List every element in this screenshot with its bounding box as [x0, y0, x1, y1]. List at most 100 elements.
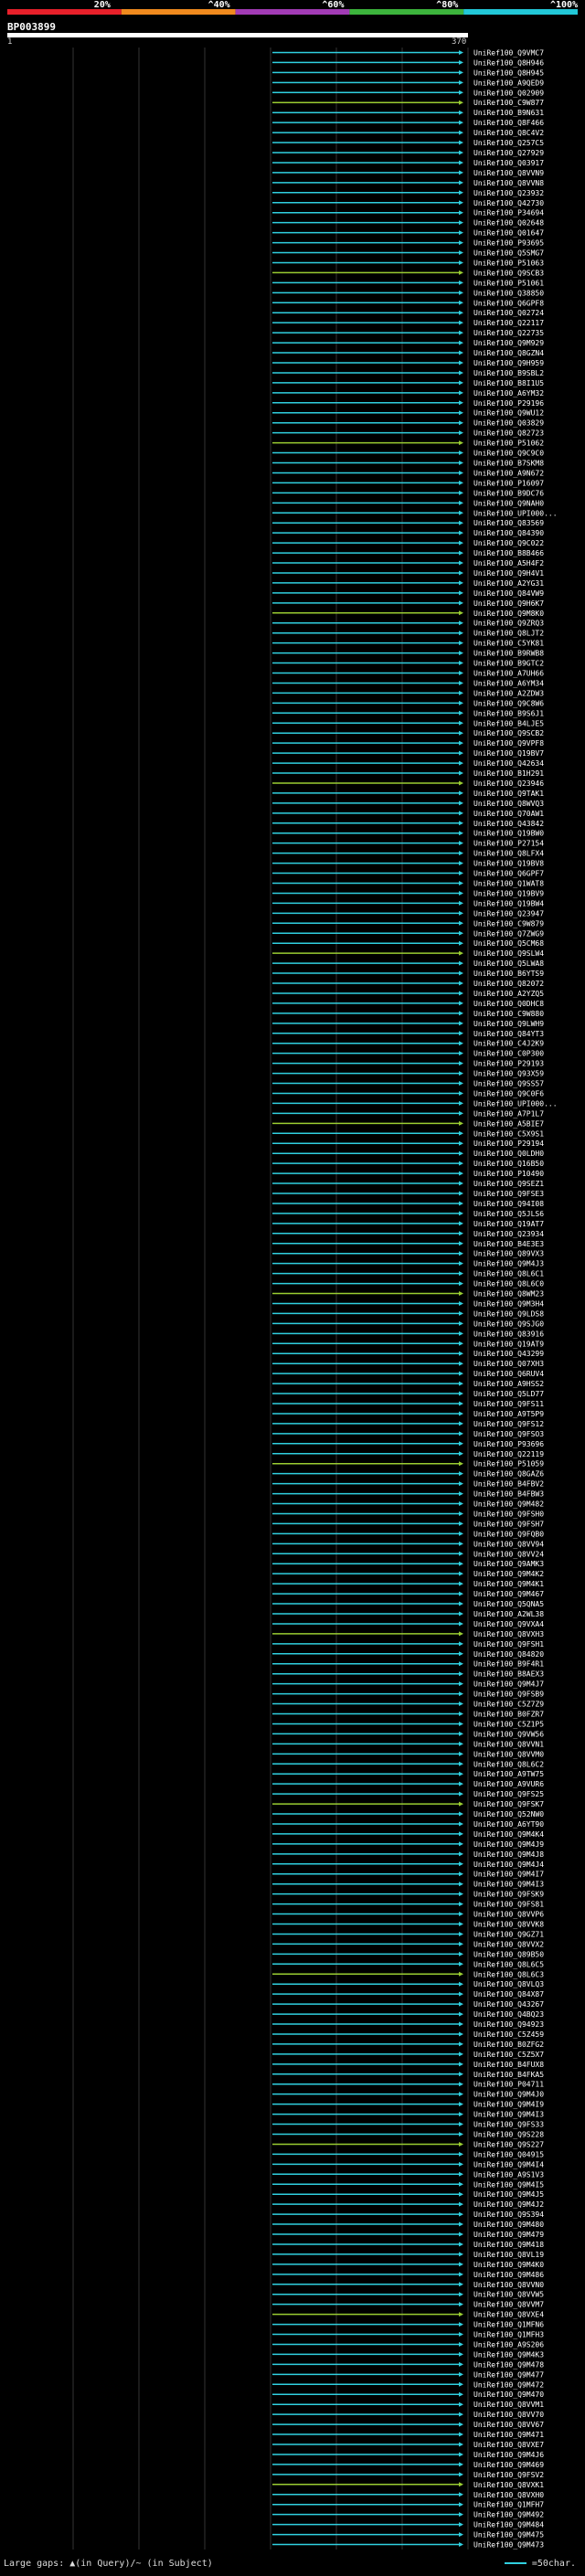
hit-label: UniRef100_Q94923	[473, 2020, 544, 2029]
hit-row: UniRef100_Q9TAK1	[272, 790, 544, 798]
hit-arrowhead	[459, 1811, 463, 1817]
hit-row: UniRef100_Q83916	[272, 1330, 544, 1338]
hit-arrowhead	[459, 300, 463, 305]
hit-row: UniRef100_Q9FS25	[272, 1790, 544, 1798]
hit-arrowhead	[459, 500, 463, 505]
hit-row: UniRef100_B7SKM8	[272, 460, 544, 468]
hit-arrowhead	[459, 960, 463, 966]
hit-row: UniRef100_Q9AMK3	[272, 1560, 544, 1568]
hit-row: UniRef100_Q9M4K1	[272, 1580, 544, 1588]
hit-arrowhead	[459, 2371, 463, 2377]
hit-arrowhead	[459, 720, 463, 726]
hit-arrowhead	[459, 2381, 463, 2387]
hit-label: UniRef100_A9S1V3	[473, 2170, 544, 2178]
hit-row: UniRef100_P34694	[272, 209, 544, 217]
hit-row: UniRef100_B4FBW3	[272, 1490, 544, 1499]
gaps-legend: Large gaps: ▲(in Query)/~ (in Subject)	[4, 2559, 213, 2569]
hit-label: UniRef100_Q6RUV4	[473, 1370, 544, 1378]
hit-label: UniRef100_Q9GZ71	[473, 1930, 544, 1938]
hit-row: UniRef100_P93695	[272, 239, 544, 248]
hit-row: UniRef100_C5Z7Z9	[272, 1701, 544, 1709]
hit-arrowhead	[459, 130, 463, 135]
hit-row: UniRef100_Q6GPF7	[272, 870, 544, 878]
hit-row: UniRef100_Q8VVN0	[272, 2281, 544, 2289]
hit-arrowhead	[459, 1021, 463, 1026]
hit-arrowhead	[459, 451, 463, 456]
hit-label: UniRef100_A5BIE7	[473, 1119, 544, 1128]
hit-row: UniRef100_Q04915	[272, 2150, 544, 2158]
hit-row: UniRef100_Q9H959	[272, 359, 544, 367]
hit-arrowhead	[459, 1651, 463, 1657]
hit-label: UniRef100_Q8VXE7	[473, 2441, 544, 2449]
hit-label: UniRef100_Q9M4I9	[473, 2101, 544, 2109]
hit-arrowhead	[459, 2062, 463, 2067]
hit-label: UniRef100_Q23946	[473, 779, 544, 788]
hit-row: UniRef100_Q42730	[272, 199, 544, 207]
hit-label: UniRef100_Q8F466	[473, 119, 544, 127]
hit-label: UniRef100_Q9AMK3	[473, 1560, 544, 1568]
hit-arrowhead	[459, 2532, 463, 2538]
hit-arrowhead	[459, 1871, 463, 1877]
hit-row: UniRef100_P16097	[272, 479, 544, 487]
hit-row: UniRef100_UPI000...	[272, 509, 558, 517]
hit-row: UniRef100_Q8VVP6	[272, 1911, 544, 1919]
hit-row: UniRef100_Q43267	[272, 2000, 544, 2009]
hit-arrowhead	[459, 2341, 463, 2347]
hit-label: UniRef100_Q9M482	[473, 1500, 544, 1509]
hit-label: UniRef100_B8I1U5	[473, 379, 544, 387]
hit-arrowhead	[459, 2361, 463, 2367]
hit-arrowhead	[459, 2131, 463, 2136]
hit-row: UniRef100_A5BIE7	[272, 1119, 544, 1128]
hit-arrowhead	[459, 100, 463, 105]
hit-row: UniRef100_Q9FQB0	[272, 1530, 544, 1538]
hit-arrowhead	[459, 270, 463, 275]
hit-label: UniRef100_Q8VVP6	[473, 1911, 544, 1919]
hit-arrowhead	[459, 1150, 463, 1156]
hit-arrowhead	[459, 1061, 463, 1066]
hit-row: UniRef100_B4FKA5	[272, 2071, 544, 2079]
hit-arrowhead	[459, 800, 463, 806]
hit-label: UniRef100_A9S206	[473, 2340, 544, 2348]
hit-arrowhead	[459, 2181, 463, 2187]
hit-row: UniRef100_Q43299	[272, 1350, 544, 1358]
hit-row: UniRef100_Q23946	[272, 779, 544, 788]
hit-arrowhead	[459, 1271, 463, 1277]
hit-arrowhead	[459, 1922, 463, 1926]
hit-row: UniRef100_A9QED9	[272, 79, 544, 87]
hit-label: UniRef100_Q84VW9	[473, 589, 544, 598]
hit-arrowhead	[459, 320, 463, 325]
hit-row: UniRef100_Q19BV9	[272, 889, 544, 897]
hit-label: UniRef100_B8B466	[473, 549, 544, 557]
hit-row: UniRef100_Q9VPF8	[272, 739, 544, 747]
hit-arrowhead	[459, 1611, 463, 1617]
hit-arrowhead	[459, 2322, 463, 2327]
hit-row: UniRef100_Q84820	[272, 1650, 544, 1659]
hit-label: UniRef100_C5Z7Z9	[473, 1701, 544, 1709]
hit-arrowhead	[459, 2092, 463, 2097]
hit-label: UniRef100_Q8C4V2	[473, 129, 544, 137]
hit-row: UniRef100_Q5LWA8	[272, 959, 544, 968]
hit-arrowhead	[459, 1391, 463, 1396]
hit-row: UniRef100_Q8VVM1	[272, 2401, 544, 2409]
hit-row: UniRef100_Q9VXA4	[272, 1620, 544, 1628]
hit-row: UniRef100_C5Z1P5	[272, 1720, 544, 1728]
hit-arrowhead	[459, 780, 463, 786]
hit-row: UniRef100_Q9S228	[272, 2130, 544, 2138]
hit-label: UniRef100_Q9VPF8	[473, 739, 544, 747]
hit-label: UniRef100_Q9M4I3	[473, 1881, 544, 1889]
hit-label: UniRef100_Q9ZRQ3	[473, 620, 544, 628]
hit-arrowhead	[459, 1381, 463, 1386]
hit-row: UniRef100_B9RWB8	[272, 650, 544, 658]
hit-label: UniRef100_Q4BQ23	[473, 2010, 544, 2019]
hit-label: UniRef100_Q9LDS8	[473, 1309, 544, 1318]
hit-arrowhead	[459, 1641, 463, 1647]
hit-row: UniRef100_B9GTC2	[272, 660, 544, 668]
hit-label: UniRef100_Q43842	[473, 820, 544, 828]
hit-arrowhead	[459, 2482, 463, 2487]
hit-arrowhead	[459, 871, 463, 876]
hit-arrowhead	[459, 1211, 463, 1216]
hit-arrowhead	[459, 970, 463, 976]
hit-arrowhead	[459, 1551, 463, 1556]
hit-label: UniRef100_Q0DHC8	[473, 1000, 544, 1008]
hit-label: UniRef100_Q257C5	[473, 139, 544, 147]
